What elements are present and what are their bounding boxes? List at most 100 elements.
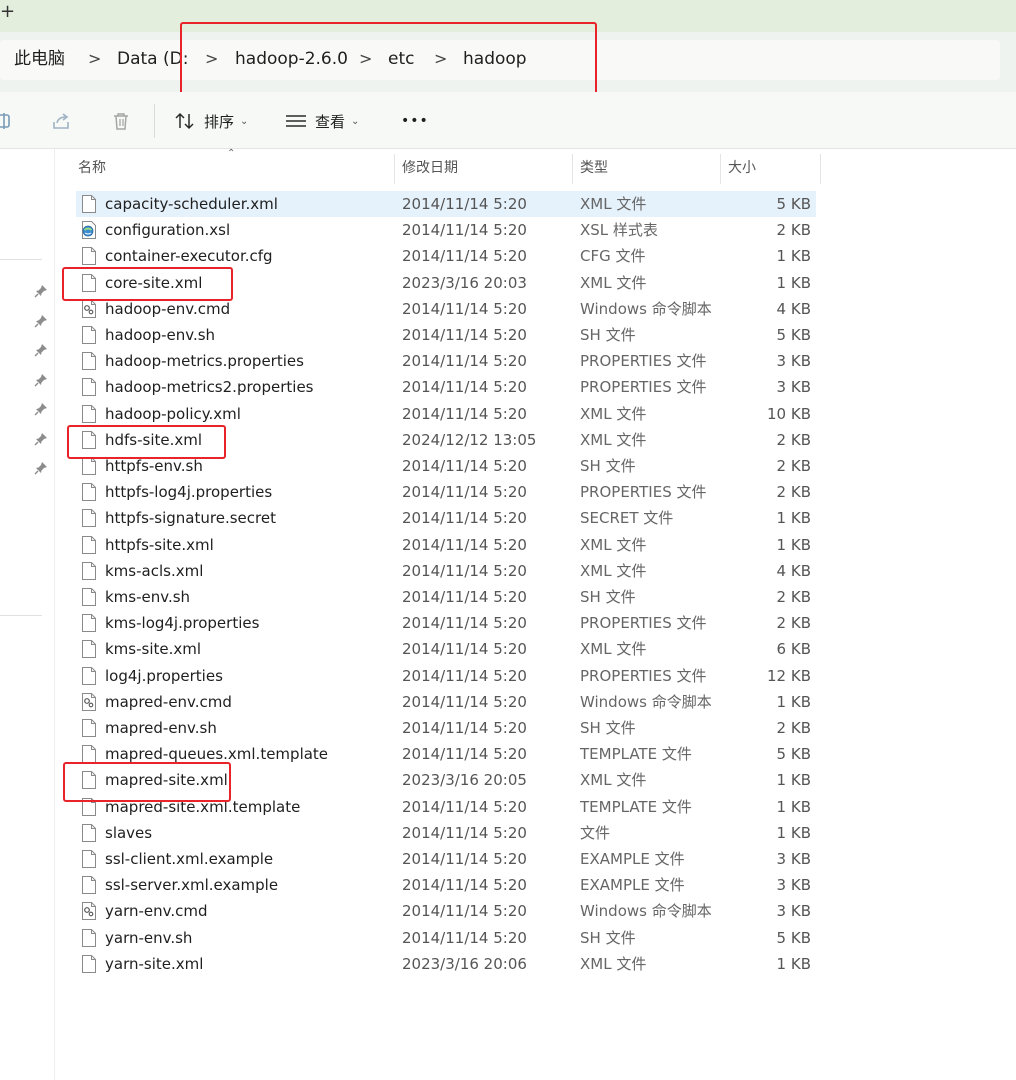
file-row[interactable]: yarn-env.cmd 2014/11/14 5:20 Windows 命令脚本 3… [76, 898, 816, 924]
column-divider[interactable] [394, 154, 395, 184]
breadcrumb-this-pc[interactable]: 此电脑 [14, 48, 65, 70]
nav-divider [0, 259, 42, 260]
file-size: 5 KB [776, 326, 811, 344]
file-row[interactable]: hadoop-env.sh 2014/11/14 5:20 SH 文件 5 KB [76, 322, 816, 348]
file-row[interactable]: httpfs-site.xml 2014/11/14 5:20 XML 文件 1 KB [76, 532, 816, 558]
file-size: 2 KB [776, 588, 811, 606]
file-row[interactable]: yarn-site.xml 2023/3/16 20:06 XML 文件 1 KB [76, 951, 816, 977]
pin-icon[interactable] [34, 343, 48, 357]
file-type: Windows 命令脚本 [580, 692, 712, 711]
file-size: 10 KB [767, 404, 811, 423]
file-size: 6 KB [776, 640, 811, 659]
file-row[interactable]: kms-log4j.properties 2014/11/14 5:20 PROPE… [76, 610, 816, 636]
column-header-type[interactable]: 类型 [574, 154, 720, 184]
pin-icon[interactable] [34, 314, 48, 328]
file-type: PROPERTIES 文件 [580, 378, 707, 397]
file-row[interactable]: hadoop-policy.xml 2014/11/14 5:20 XML 文件 10… [76, 401, 816, 427]
column-header-name[interactable]: 名称 [72, 154, 394, 184]
file-row[interactable]: core-site.xml 2023/3/16 20:03 XML 文件 1 KB [76, 270, 816, 296]
more-options-button[interactable]: ••• [401, 110, 429, 132]
column-divider[interactable] [572, 154, 573, 184]
file-size: 4 KB [776, 561, 811, 580]
breadcrumb-data-drive[interactable]: Data (D: [117, 48, 188, 70]
document-icon [82, 666, 96, 685]
file-row[interactable]: mapred-site.xml.template 2014/11/14 5:20 T… [76, 794, 816, 820]
file-row[interactable]: kms-acls.xml 2014/11/14 5:20 XML 文件 4 KB [76, 558, 816, 584]
document-icon [82, 561, 96, 580]
file-modified-date: 2014/11/14 5:20 [402, 221, 527, 240]
file-row[interactable]: hadoop-metrics2.properties 2014/11/14 5:2… [76, 374, 816, 400]
file-modified-date: 2014/11/14 5:20 [402, 823, 527, 842]
file-modified-date: 2014/11/14 5:20 [402, 483, 527, 502]
file-size: 5 KB [776, 928, 811, 947]
file-row[interactable]: capacity-scheduler.xml 2014/11/14 5:20 XML… [76, 191, 816, 217]
column-header-date[interactable]: 修改日期 [396, 154, 572, 184]
breadcrumb-separator[interactable]: > [434, 48, 447, 70]
pin-icon[interactable] [34, 432, 48, 446]
file-row[interactable]: kms-site.xml 2014/11/14 5:20 XML 文件 6 KB [76, 636, 816, 662]
pin-icon[interactable] [34, 284, 48, 298]
file-row[interactable]: hadoop-metrics.properties 2014/11/14 5:20… [76, 348, 816, 374]
file-type: XML 文件 [580, 640, 647, 659]
share-icon[interactable] [50, 110, 72, 132]
file-modified-date: 2014/11/14 5:20 [402, 247, 527, 266]
new-tab-button[interactable]: + [0, 2, 15, 22]
file-name: kms-site.xml [105, 640, 202, 659]
file-modified-date: 2014/11/14 5:20 [402, 876, 527, 895]
file-row[interactable]: hadoop-env.cmd 2014/11/14 5:20 Windows 命令脚… [76, 296, 816, 322]
delete-icon[interactable] [110, 110, 132, 132]
file-row[interactable]: httpfs-env.sh 2014/11/14 5:20 SH 文件 2 KB [76, 453, 816, 479]
file-size: 1 KB [776, 509, 811, 528]
file-type: TEMPLATE 文件 [580, 745, 692, 764]
file-type: PROPERTIES 文件 [580, 483, 707, 502]
document-icon [82, 588, 96, 606]
rename-icon[interactable] [0, 110, 14, 132]
file-row[interactable]: configuration.xsl 2014/11/14 5:20 XSL 样式表 2… [76, 217, 816, 243]
file-row[interactable]: hdfs-site.xml 2024/12/12 13:05 XML 文件 2 KB [76, 427, 816, 453]
stylesheet-icon [82, 221, 96, 240]
file-row[interactable]: mapred-site.xml 2023/3/16 20:05 XML 文件 1 KB [76, 767, 816, 793]
file-row[interactable]: ssl-client.xml.example 2014/11/14 5:20 EXA… [76, 846, 816, 872]
file-modified-date: 2014/11/14 5:20 [402, 326, 527, 344]
breadcrumb-separator[interactable]: > [88, 48, 101, 70]
breadcrumb-separator[interactable]: > [205, 48, 218, 70]
file-row[interactable]: yarn-env.sh 2014/11/14 5:20 SH 文件 5 KB [76, 925, 816, 951]
file-name: hadoop-policy.xml [105, 404, 241, 423]
document-icon [82, 404, 96, 423]
file-modified-date: 2014/11/14 5:20 [402, 588, 527, 606]
file-size: 12 KB [767, 666, 811, 685]
file-row[interactable]: ssl-server.xml.example 2014/11/14 5:20 EXA… [76, 872, 816, 898]
file-type: PROPERTIES 文件 [580, 666, 707, 685]
file-modified-date: 2014/11/14 5:20 [402, 719, 527, 737]
file-name: mapred-site.xml.template [105, 797, 301, 816]
sort-button[interactable]: 排序 ⌄ [174, 110, 248, 132]
breadcrumb-separator[interactable]: > [359, 48, 372, 70]
file-size: 1 KB [776, 797, 811, 816]
file-row[interactable]: container-executor.cfg 2014/11/14 5:20 CFG… [76, 243, 816, 269]
column-header-size[interactable]: 大小 [722, 154, 820, 184]
document-icon [82, 614, 96, 633]
file-row[interactable]: slaves 2014/11/14 5:20 文件 1 KB [76, 820, 816, 846]
file-row[interactable]: log4j.properties 2014/11/14 5:20 PROPERTIE… [76, 663, 816, 689]
column-divider[interactable] [720, 154, 721, 184]
file-size: 5 KB [776, 195, 811, 213]
file-row[interactable]: httpfs-signature.secret 2014/11/14 5:20 SE… [76, 505, 816, 531]
breadcrumb-etc[interactable]: etc [388, 48, 414, 70]
file-type: EXAMPLE 文件 [580, 850, 685, 868]
pin-icon[interactable] [34, 461, 48, 475]
pin-icon[interactable] [34, 373, 48, 387]
file-row[interactable]: kms-env.sh 2014/11/14 5:20 SH 文件 2 KB [76, 584, 816, 610]
file-type: XML 文件 [580, 195, 647, 213]
file-size: 2 KB [776, 719, 811, 737]
breadcrumb-hadoop-260[interactable]: hadoop-2.6.0 [235, 48, 348, 70]
file-row[interactable]: mapred-env.cmd 2014/11/14 5:20 Windows 命令脚… [76, 689, 816, 715]
column-divider[interactable] [820, 154, 821, 184]
file-row[interactable]: httpfs-log4j.properties 2014/11/14 5:20 PR… [76, 479, 816, 505]
breadcrumb-hadoop[interactable]: hadoop [463, 48, 527, 70]
command-bar [0, 92, 1016, 149]
view-button[interactable]: 查看 ⌄ [285, 110, 359, 132]
file-name: mapred-env.sh [105, 719, 217, 737]
pin-icon[interactable] [34, 402, 48, 416]
file-row[interactable]: mapred-env.sh 2014/11/14 5:20 SH 文件 2 KB [76, 715, 816, 741]
file-row[interactable]: mapred-queues.xml.template 2014/11/14 5:2… [76, 741, 816, 767]
